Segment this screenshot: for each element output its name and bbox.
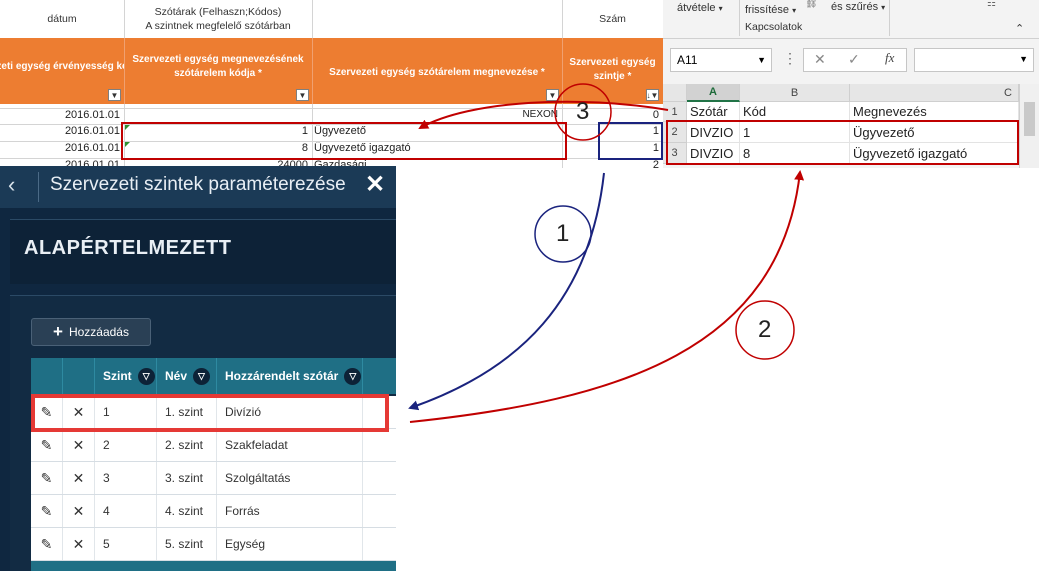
- highlight-box-level-column: [598, 122, 663, 160]
- callout-label-3: 3: [576, 98, 590, 125]
- arrow-3: [418, 100, 669, 129]
- highlight-box-excel-rows: [666, 120, 1019, 165]
- callout-label-2: 2: [758, 316, 772, 343]
- annotation-overlay: [31, 83, 1019, 432]
- callout-label-1: 1: [556, 220, 570, 247]
- highlight-box-sheet-rows: [121, 122, 567, 160]
- arrow-2: [409, 170, 805, 423]
- highlight-box-grid-row: [31, 394, 389, 432]
